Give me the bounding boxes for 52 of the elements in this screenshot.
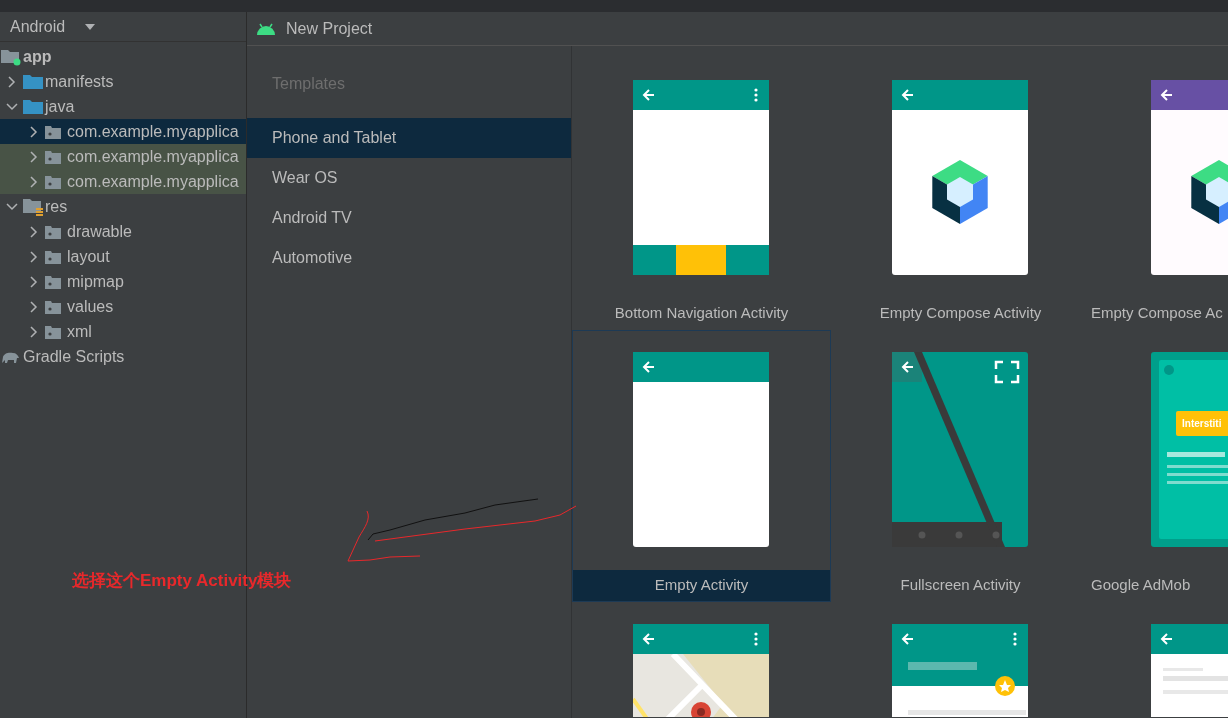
category-item[interactable]: Automotive: [247, 238, 571, 278]
tree-item[interactable]: res: [0, 194, 246, 219]
package-folder-icon: [44, 173, 62, 190]
package-folder-icon: [44, 298, 62, 315]
tree-item[interactable]: Gradle Scripts: [0, 344, 246, 369]
folder-icon: [22, 97, 44, 116]
android-icon: [256, 22, 276, 35]
chevron-right-icon: [29, 300, 39, 313]
chevron-right-icon: [29, 225, 39, 238]
chevron-right-icon: [29, 175, 39, 188]
package-folder-icon: [44, 248, 62, 265]
chevron-right-icon: [29, 250, 39, 263]
tree-item[interactable]: com.example.myapplica: [0, 169, 246, 194]
template-option[interactable]: Fullscreen Activity: [831, 330, 1090, 602]
tree-item[interactable]: layout: [0, 244, 246, 269]
template-option[interactable]: Empty Compose Activity: [831, 58, 1090, 330]
annotation-text: 选择这个Empty Activity模块: [72, 570, 292, 592]
tree-item[interactable]: xml: [0, 319, 246, 344]
project-view-dropdown[interactable]: Android: [10, 14, 66, 39]
chevron-right-icon: [29, 325, 39, 338]
tree-item[interactable]: com.example.myapplica: [0, 119, 246, 144]
module-folder-icon: [0, 47, 22, 66]
package-folder-icon: [44, 323, 62, 340]
template-option[interactable]: Interstiti Google AdMob: [1090, 330, 1228, 602]
tree-item[interactable]: mipmap: [0, 269, 246, 294]
template-option[interactable]: Empty Compose Ac: [1090, 58, 1228, 330]
tree-item[interactable]: java: [0, 94, 246, 119]
folder-icon: [22, 72, 44, 91]
tree-item[interactable]: manifests: [0, 69, 246, 94]
tree-item[interactable]: values: [0, 294, 246, 319]
category-item[interactable]: Android TV: [247, 198, 571, 238]
tree-item[interactable]: com.example.myapplica: [0, 144, 246, 169]
chevron-down-icon: [6, 201, 18, 212]
banner-text: Interstiti: [1182, 418, 1222, 429]
chevron-down-icon: [6, 101, 18, 112]
resource-folder-icon: [22, 196, 44, 217]
category-item[interactable]: Wear OS: [247, 158, 571, 198]
chevron-right-icon: [29, 150, 39, 163]
template-option[interactable]: Empty Activity: [572, 330, 831, 602]
package-folder-icon: [44, 273, 62, 290]
chevron-right-icon: [7, 75, 17, 88]
template-option[interactable]: Bottom Navigation Activity: [572, 58, 831, 330]
tree-item[interactable]: drawable: [0, 219, 246, 244]
chevron-right-icon: [29, 125, 39, 138]
category-item[interactable]: Phone and Tablet: [247, 118, 571, 158]
dialog-title: New Project: [286, 18, 373, 39]
tree-item[interactable]: app: [0, 44, 246, 69]
package-folder-icon: [44, 223, 62, 240]
chevron-right-icon: [29, 275, 39, 288]
dropdown-caret-icon[interactable]: [85, 23, 96, 30]
package-folder-icon: [44, 123, 62, 140]
package-folder-icon: [44, 148, 62, 165]
